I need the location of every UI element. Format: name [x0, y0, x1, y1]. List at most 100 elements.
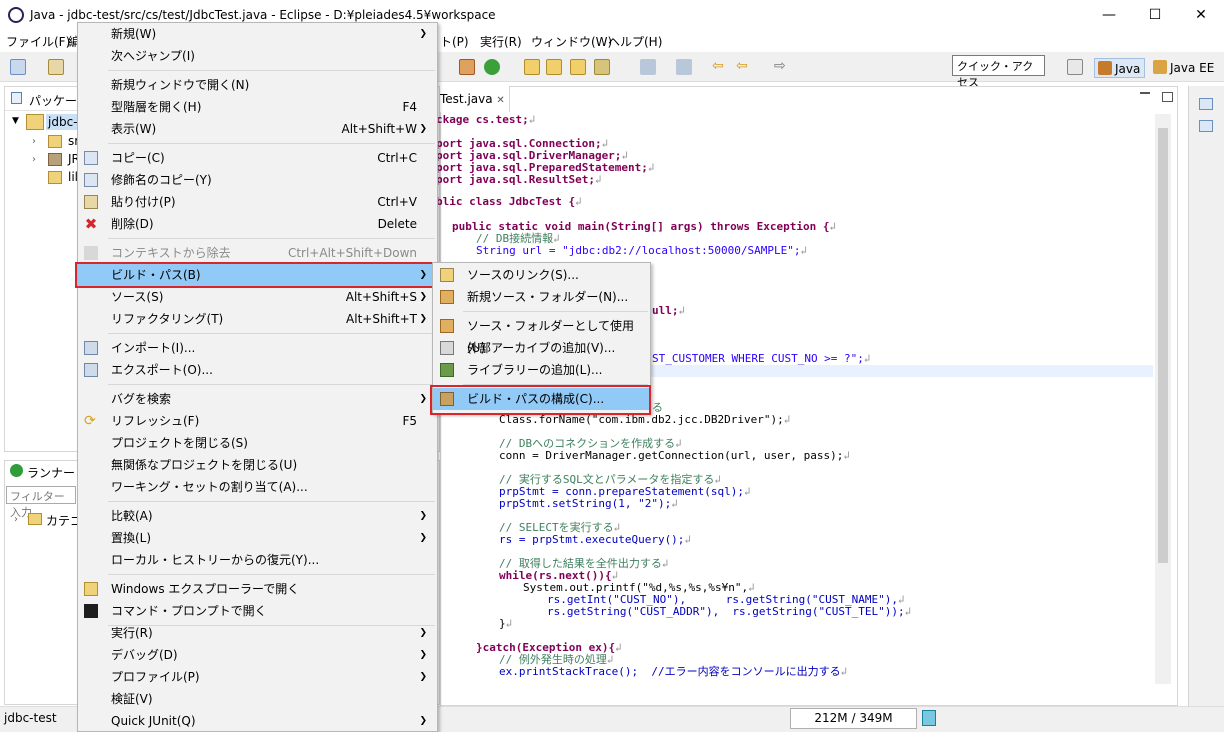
menu-file[interactable]: ファイル(F) [6, 33, 70, 50]
java-perspective-icon [1098, 61, 1112, 75]
perspective-java[interactable]: Java [1094, 58, 1146, 78]
menu-item-assign-working-sets[interactable]: ワーキング・セットの割り当て(A)... [78, 476, 437, 498]
menu-item-open-new-window[interactable]: 新規ウィンドウで開く(N) [78, 74, 437, 96]
menu-item-new[interactable]: 新規(W) ❯ [78, 23, 437, 45]
window-title: Java - jdbc-test/src/cs/test/JdbcTest.ja… [30, 8, 496, 22]
task-list-icon[interactable] [1199, 120, 1213, 132]
collapse-chevron-icon[interactable]: › [32, 136, 36, 147]
menu-item-open-type-hierarchy[interactable]: 型階層を開く(H) F4 [78, 96, 437, 118]
menu-item-validate[interactable]: 検証(V) [78, 688, 437, 710]
right-trim-bar [1188, 86, 1224, 706]
close-tab-icon[interactable]: ✕ [496, 95, 504, 106]
open-perspective-icon[interactable] [1067, 59, 1083, 75]
menu-item-restore-local-history[interactable]: ローカル・ヒストリーからの復元(Y)... [78, 549, 437, 571]
export-icon [84, 363, 98, 377]
next-annotation-icon[interactable] [640, 59, 656, 75]
collapse-chevron-icon[interactable]: › [32, 154, 36, 165]
submenu-arrow-icon: ❯ [419, 314, 427, 324]
perspective-java-ee[interactable]: Java EE [1150, 58, 1218, 78]
prev-annotation-icon[interactable] [676, 59, 692, 75]
forward-arrow-icon[interactable]: ⇨ [774, 58, 786, 74]
menu-item-compare[interactable]: 比較(A) ❯ [78, 505, 437, 527]
menu-project[interactable]: ト(P) [440, 33, 469, 50]
explorer-icon [84, 582, 98, 596]
code-line: }↲ [499, 617, 513, 630]
quick-access-input[interactable]: クイック・アクセス [952, 55, 1045, 89]
submenu-item-use-as-source-folder[interactable]: ソース・フォルダーとして使用(U) [433, 315, 650, 355]
menu-item-paste[interactable]: 貼り付け(P) Ctrl+V [78, 191, 437, 213]
outline-icon[interactable] [1199, 98, 1213, 110]
editor-scroll-thumb[interactable] [1158, 128, 1168, 563]
memory-indicator[interactable]: 212M / 349M [790, 708, 917, 729]
trash-icon[interactable] [922, 710, 936, 726]
submenu-arrow-icon: ❯ [419, 672, 427, 682]
menu-item-copy-qualified-name[interactable]: 修飾名のコピー(Y) [78, 169, 437, 191]
menu-item-open-in-explorer[interactable]: Windows エクスプローラーで開く [78, 578, 437, 600]
menu-item-close-project[interactable]: プロジェクトを閉じる(S) [78, 432, 437, 454]
menu-item-delete[interactable]: ✖ 削除(D) Delete [78, 213, 437, 235]
code-line: rs = prpStmt.executeQuery();↲ [499, 533, 692, 546]
code-line: port java.sql.ResultSet;↲ [436, 173, 602, 186]
menu-item-refresh[interactable]: ⟳ リフレッシュ(F) F5 [78, 410, 437, 432]
menu-item-replace[interactable]: 置換(L) ❯ [78, 527, 437, 549]
submenu-item-add-external-archives[interactable]: 外部アーカイブの追加(V)... [433, 337, 650, 359]
minimize-button[interactable]: — [1086, 0, 1132, 30]
open-type-icon[interactable] [48, 59, 64, 75]
menu-item-open-command-prompt[interactable]: コマンド・プロンプトで開く [78, 600, 437, 622]
menu-run[interactable]: 実行(R) [480, 33, 522, 50]
back-arrow-icon[interactable]: ⇦ [736, 58, 748, 74]
runner-filter-input[interactable]: フィルター入力 [6, 486, 76, 519]
remove-context-icon [84, 246, 98, 260]
menu-item-goto[interactable]: 次へジャンプ(I) [78, 45, 437, 67]
open-resource-icon[interactable] [570, 59, 586, 75]
menu-item-import[interactable]: インポート(I)... [78, 337, 437, 359]
minimize-editor-icon[interactable] [1140, 92, 1150, 94]
runner-title[interactable]: ランナー [27, 464, 75, 481]
menu-item-export[interactable]: エクスポート(O)... [78, 359, 437, 381]
menu-item-refactor[interactable]: リファクタリング(T) Alt+Shift+T ❯ [78, 308, 437, 330]
command-prompt-icon [84, 604, 98, 618]
run-icon[interactable] [484, 59, 500, 75]
submenu-arrow-icon: ❯ [419, 628, 427, 638]
menu-separator [108, 333, 435, 334]
menu-item-show-in[interactable]: 表示(W) Alt+Shift+W ❯ [78, 118, 437, 140]
submenu-arrow-icon: ❯ [419, 124, 427, 134]
submenu-item-new-source-folder[interactable]: 新規ソース・フォルダー(N)... [433, 286, 650, 308]
expand-chevron-icon[interactable]: ▼ [12, 116, 19, 126]
menu-item-remove-from-context[interactable]: コンテキストから除去 Ctrl+Alt+Shift+Down [78, 242, 437, 264]
maximize-button[interactable]: ☐ [1132, 0, 1178, 30]
eclipse-app-icon [8, 7, 24, 23]
new-icon[interactable] [10, 59, 26, 75]
collapse-chevron-icon[interactable]: › [14, 514, 18, 525]
menu-item-profile[interactable]: プロファイル(P) ❯ [78, 666, 437, 688]
package-icon[interactable] [459, 59, 475, 75]
pen-icon[interactable] [594, 59, 610, 75]
copy-qualified-icon [84, 173, 98, 187]
menu-item-find-bugs[interactable]: バグを検索 ❯ [78, 388, 437, 410]
project-folder-icon [26, 114, 44, 130]
menu-window[interactable]: ウィンドウ(W) [531, 33, 612, 50]
menu-item-quick-junit[interactable]: Quick JUnit(Q) ❯ [78, 710, 437, 732]
source-folder-icon [440, 319, 454, 333]
category-folder-icon [28, 513, 42, 525]
menu-item-source[interactable]: ソース(S) Alt+Shift+S ❯ [78, 286, 437, 308]
menu-item-copy[interactable]: コピー(C) Ctrl+C [78, 147, 437, 169]
submenu-item-link-source[interactable]: ソースのリンク(S)... [433, 264, 650, 286]
code-line: ST_CUSTOMER WHERE CUST_NO >= ?";↲ [652, 352, 871, 365]
copy-icon [84, 151, 98, 165]
close-button[interactable]: ✕ [1178, 0, 1224, 30]
menu-separator [108, 238, 435, 239]
open-folder-icon[interactable] [524, 59, 540, 75]
menu-item-close-unrelated-projects[interactable]: 無関係なプロジェクトを閉じる(U) [78, 454, 437, 476]
submenu-item-add-library[interactable]: ライブラリーの追加(L)... [433, 359, 650, 381]
open-project-icon[interactable] [546, 59, 562, 75]
menu-help[interactable]: ヘルプ(H) [608, 33, 662, 50]
library-icon [48, 153, 62, 166]
menu-item-debug[interactable]: デバッグ(D) ❯ [78, 644, 437, 666]
maximize-editor-icon[interactable] [1162, 92, 1173, 102]
editor-tab[interactable]: Test.java ✕ [440, 86, 510, 112]
menu-item-run[interactable]: 実行(R) ❯ [78, 622, 437, 644]
last-edit-icon[interactable]: ⇦ [712, 58, 724, 74]
menu-separator [108, 143, 435, 144]
status-project: jdbc-test [4, 711, 57, 725]
